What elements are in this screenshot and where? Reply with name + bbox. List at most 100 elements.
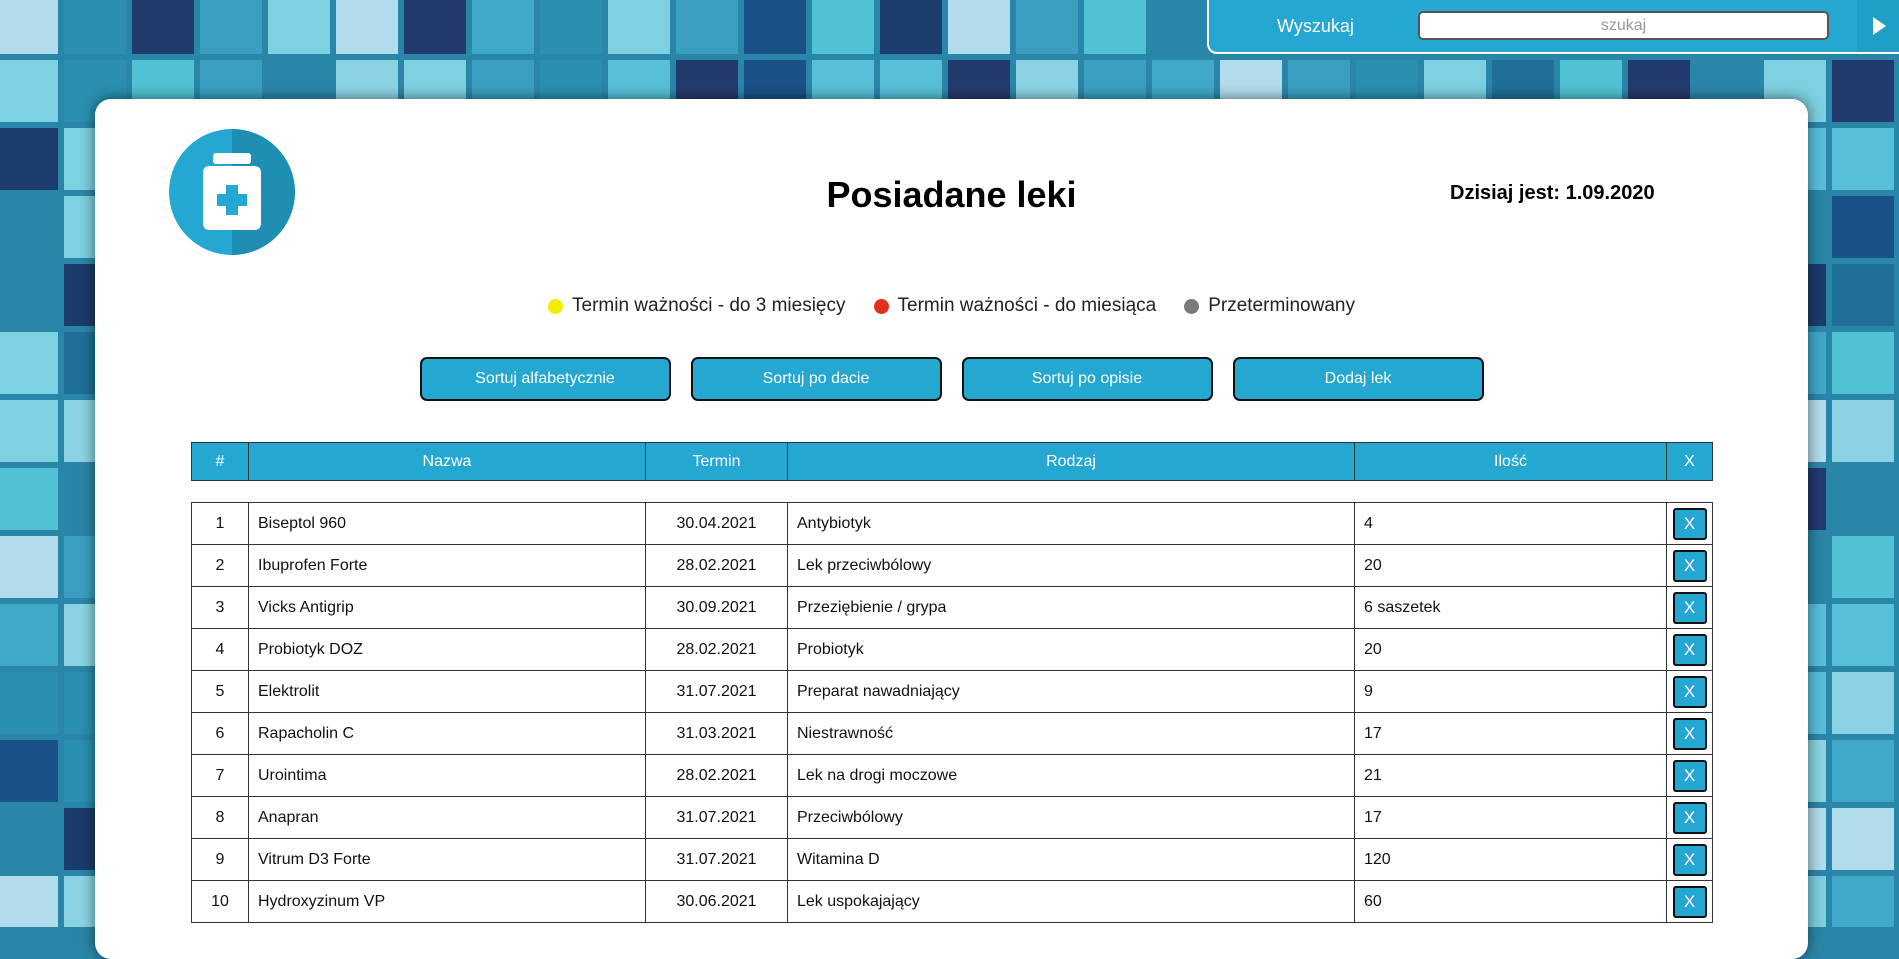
table-row: 1 Biseptol 960 30.04.2021 Antybiotyk 4 X	[191, 502, 1713, 545]
cell-expiry: 30.09.2021	[645, 586, 788, 629]
medicine-table: 1 Biseptol 960 30.04.2021 Antybiotyk 4 X 2 Ibup…	[191, 502, 1713, 923]
cell-delete: X	[1666, 544, 1713, 587]
cell-name: Vitrum D3 Forte	[248, 838, 646, 881]
cell-number: 10	[191, 880, 249, 923]
cell-delete: X	[1666, 628, 1713, 671]
cell-number: 2	[191, 544, 249, 587]
column-header-type: Rodzaj	[787, 442, 1355, 481]
cell-quantity: 4	[1354, 502, 1667, 545]
cell-number: 4	[191, 628, 249, 671]
table-row: 2 Ibuprofen Forte 28.02.2021 Lek przeciwból…	[191, 544, 1713, 587]
table-row: 10 Hydroxyzinum VP 30.06.2021 Lek uspokajaj…	[191, 880, 1713, 923]
legend-label: Termin ważności - do 3 miesięcy	[572, 295, 846, 316]
table-row: 4 Probiotyk DOZ 28.02.2021 Probiotyk 20 X	[191, 628, 1713, 671]
cell-delete: X	[1666, 754, 1713, 797]
cell-type: Lek uspokajający	[787, 880, 1355, 923]
cell-type: Przeziębienie / grypa	[787, 586, 1355, 629]
search-label: Wyszukaj	[1277, 16, 1354, 36]
cell-delete: X	[1666, 838, 1713, 881]
cell-name: Biseptol 960	[248, 502, 646, 545]
cell-number: 6	[191, 712, 249, 755]
cell-name: Urointima	[248, 754, 646, 797]
column-header-quantity: Ilość	[1354, 442, 1667, 481]
column-header-name: Nazwa	[248, 442, 646, 481]
delete-row-button[interactable]: X	[1672, 759, 1707, 792]
cell-type: Przeciwbólowy	[787, 796, 1355, 839]
delete-row-button[interactable]: X	[1672, 843, 1707, 876]
delete-row-button[interactable]: X	[1672, 801, 1707, 834]
cell-type: Probiotyk	[787, 628, 1355, 671]
cell-quantity: 17	[1354, 712, 1667, 755]
delete-row-button[interactable]: X	[1672, 633, 1707, 666]
sort-by-description-button[interactable]: Sortuj po opisie	[961, 357, 1213, 401]
cell-delete: X	[1666, 586, 1713, 629]
cell-expiry: 30.04.2021	[645, 502, 788, 545]
legend: Termin ważności - do 3 miesięcy Termin w…	[95, 295, 1808, 317]
delete-row-button[interactable]: X	[1672, 549, 1707, 582]
cell-delete: X	[1666, 670, 1713, 713]
yellow-dot-icon	[548, 298, 564, 314]
cell-delete: X	[1666, 880, 1713, 923]
cell-type: Lek przeciwbólowy	[787, 544, 1355, 587]
cell-quantity: 9	[1354, 670, 1667, 713]
legend-label: Przeterminowany	[1208, 295, 1355, 316]
legend-item-3-months: Termin ważności - do 3 miesięcy	[548, 295, 846, 317]
table-row: 6 Rapacholin C 31.03.2021 Niestrawność 17 X	[191, 712, 1713, 755]
cell-quantity: 20	[1354, 628, 1667, 671]
legend-item-1-month: Termin ważności - do miesiąca	[873, 295, 1157, 317]
cell-expiry: 28.02.2021	[645, 544, 788, 587]
delete-row-button[interactable]: X	[1672, 717, 1707, 750]
column-header-delete: X	[1666, 442, 1713, 481]
cell-type: Antybiotyk	[787, 502, 1355, 545]
delete-row-button[interactable]: X	[1672, 591, 1707, 624]
legend-item-expired: Przeterminowany	[1184, 295, 1355, 317]
delete-row-button[interactable]: X	[1672, 675, 1707, 708]
cell-name: Rapacholin C	[248, 712, 646, 755]
column-header-expiry: Termin	[645, 442, 788, 481]
search-bar: Wyszukaj	[1207, 0, 1899, 54]
cell-number: 5	[191, 670, 249, 713]
sort-alphabetical-button[interactable]: Sortuj alfabetycznie	[419, 357, 671, 401]
table-row: 9 Vitrum D3 Forte 31.07.2021 Witamina D 120 X	[191, 838, 1713, 881]
cell-number: 9	[191, 838, 249, 881]
sort-by-date-button[interactable]: Sortuj po dacie	[690, 357, 942, 401]
cell-expiry: 31.07.2021	[645, 838, 788, 881]
red-dot-icon	[873, 298, 889, 314]
table-row: 3 Vicks Antigrip 30.09.2021 Przeziębienie /…	[191, 586, 1713, 629]
table-header: # Nazwa Termin Rodzaj Ilość X	[191, 442, 1713, 481]
add-medicine-button[interactable]: Dodaj lek	[1232, 357, 1484, 401]
cell-type: Lek na drogi moczowe	[787, 754, 1355, 797]
cell-expiry: 30.06.2021	[645, 880, 788, 923]
cell-name: Hydroxyzinum VP	[248, 880, 646, 923]
gray-dot-icon	[1184, 298, 1200, 314]
column-header-number: #	[191, 442, 249, 481]
cell-type: Niestrawność	[787, 712, 1355, 755]
cell-name: Vicks Antigrip	[248, 586, 646, 629]
cell-number: 1	[191, 502, 249, 545]
main-card: Posiadane leki Dzisiaj jest: 1.09.2020 T…	[95, 99, 1808, 959]
cell-delete: X	[1666, 712, 1713, 755]
cell-quantity: 21	[1354, 754, 1667, 797]
cell-quantity: 6 saszetek	[1354, 586, 1667, 629]
cell-expiry: 31.07.2021	[645, 796, 788, 839]
cell-expiry: 28.02.2021	[645, 754, 788, 797]
delete-row-button[interactable]: X	[1672, 507, 1707, 540]
today-date: Dzisiaj jest: 1.09.2020	[1450, 182, 1655, 204]
cell-expiry: 31.07.2021	[645, 670, 788, 713]
cell-quantity: 120	[1354, 838, 1667, 881]
cell-number: 3	[191, 586, 249, 629]
cell-quantity: 17	[1354, 796, 1667, 839]
cell-delete: X	[1666, 502, 1713, 545]
legend-label: Termin ważności - do miesiąca	[897, 295, 1157, 316]
search-submit-button[interactable]	[1857, 0, 1899, 52]
delete-row-button[interactable]: X	[1672, 885, 1707, 918]
cell-number: 8	[191, 796, 249, 839]
table-row: 5 Elektrolit 31.07.2021 Preparat nawadniają…	[191, 670, 1713, 713]
search-input[interactable]	[1418, 11, 1829, 40]
cell-quantity: 20	[1354, 544, 1667, 587]
cell-quantity: 60	[1354, 880, 1667, 923]
cell-number: 7	[191, 754, 249, 797]
action-buttons: Sortuj alfabetycznie Sortuj po dacie Sor…	[95, 357, 1808, 401]
cell-name: Probiotyk DOZ	[248, 628, 646, 671]
table-row: 8 Anapran 31.07.2021 Przeciwbólowy 17 X	[191, 796, 1713, 839]
